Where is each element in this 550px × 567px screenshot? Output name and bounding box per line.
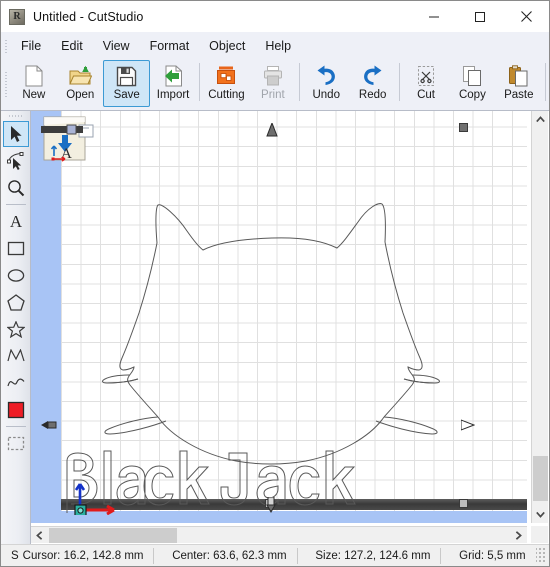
clipboard-paste-icon	[506, 64, 532, 88]
cut-button[interactable]: Cut	[403, 60, 449, 107]
menu-item-object[interactable]: Object	[200, 36, 254, 56]
close-button[interactable]	[503, 1, 549, 32]
copy-pages-icon	[459, 64, 485, 88]
menu-bar: File Edit View Format Object Help	[1, 32, 549, 60]
toolbar-separator	[299, 63, 301, 101]
menu-item-help[interactable]: Help	[256, 36, 300, 56]
vertical-scroll-thumb[interactable]	[533, 456, 548, 501]
select-arrow-tool[interactable]	[2, 121, 29, 147]
menu-item-file[interactable]: File	[12, 36, 50, 56]
import-button[interactable]: Import	[150, 60, 196, 107]
status-grid: Grid: 5,5 mm	[459, 549, 526, 562]
undo-button-label: Undo	[312, 89, 340, 101]
menu-item-view[interactable]: View	[94, 36, 139, 56]
scroll-down-button[interactable]	[532, 506, 549, 523]
origin-marker	[74, 483, 115, 515]
cut-button-label: Cut	[417, 89, 435, 101]
toolbar-separator	[545, 63, 546, 101]
roland-app-icon: R	[9, 8, 25, 25]
handle-arrow-top[interactable]	[266, 123, 278, 137]
design-canvas[interactable]: A	[31, 111, 527, 523]
palette-drag-grip[interactable]	[1, 111, 30, 120]
maximize-button[interactable]	[457, 1, 503, 32]
printer-icon	[260, 64, 286, 88]
menu-drag-grip[interactable]	[1, 32, 11, 60]
main-toolbar: New Open Save Import Cutting Print Undo …	[1, 60, 549, 111]
print-button-label: Print	[261, 89, 285, 101]
toolbar-drag-grip[interactable]	[1, 60, 11, 108]
handle-arrow-bottom[interactable]	[265, 497, 277, 513]
cutting-button-label: Cutting	[208, 89, 245, 101]
scrollbar-corner	[531, 526, 548, 543]
new-button-label: New	[22, 89, 46, 101]
open-folder-icon	[67, 64, 93, 88]
status-bar: S Cursor: 16.2, 142.8 mm Center: 63.6, 6…	[1, 544, 549, 566]
redo-arrow-icon	[360, 64, 386, 88]
node-edit-tool[interactable]	[3, 148, 29, 174]
polygon-tool[interactable]	[3, 289, 29, 315]
print-button[interactable]: Print	[250, 60, 296, 107]
curve-tool[interactable]	[3, 370, 29, 396]
cutstudio-window: R Untitled - CutStudio File Edit View Fo…	[0, 0, 550, 567]
svg-text:A: A	[9, 212, 22, 230]
scroll-up-button[interactable]	[532, 111, 549, 128]
paste-button[interactable]: Paste	[496, 60, 542, 107]
selection-handle-bottom-right[interactable]	[459, 499, 468, 508]
status-cursor-value: Cursor: 16.2, 142.8 mm	[22, 549, 144, 562]
media-setup-icon[interactable]: A	[41, 116, 95, 164]
rectangle-tool[interactable]	[3, 235, 29, 261]
selection-handle-top-right[interactable]	[459, 123, 468, 132]
redo-button-label: Redo	[358, 89, 387, 101]
undo-arrow-icon	[313, 64, 339, 88]
status-center: Center: 63.6, 62.3 mm	[172, 549, 287, 562]
import-button-label: Import	[156, 89, 190, 101]
zoom-magnifier-tool[interactable]	[3, 175, 29, 201]
ellipse-tool[interactable]	[3, 262, 29, 288]
horizontal-scrollbar[interactable]	[31, 526, 527, 543]
resize-grip[interactable]	[535, 547, 548, 564]
horizontal-scroll-thumb[interactable]	[49, 528, 177, 543]
cutting-plotter-icon	[213, 64, 239, 88]
new-document-icon	[21, 64, 47, 88]
menu-item-edit[interactable]: Edit	[52, 36, 92, 56]
status-size: Size: 127.2, 124.6 mm	[315, 549, 431, 562]
title-bar: R Untitled - CutStudio	[1, 1, 549, 32]
status-cursor: S Cursor: 16.2, 142.8 mm	[1, 545, 153, 566]
copy-button-label: Copy	[458, 89, 486, 101]
scroll-left-button[interactable]	[31, 527, 48, 544]
palette-separator	[5, 204, 26, 205]
floppy-disk-icon	[114, 64, 140, 88]
handle-arrow-right[interactable]	[461, 419, 475, 431]
undo-button[interactable]: Undo	[303, 60, 349, 107]
marquee-select-tool[interactable]	[3, 430, 29, 456]
black-jack-cat-outline[interactable]	[31, 111, 527, 523]
window-title: Untitled - CutStudio	[33, 9, 144, 24]
scroll-right-button[interactable]	[510, 527, 527, 544]
star-tool[interactable]	[3, 316, 29, 342]
open-button[interactable]: Open	[57, 60, 103, 107]
save-button[interactable]: Save	[103, 60, 150, 107]
menu-item-format[interactable]: Format	[141, 36, 199, 56]
scissors-cut-icon	[413, 64, 439, 88]
new-button[interactable]: New	[11, 60, 57, 107]
status-prefix: S	[11, 549, 19, 562]
copy-button[interactable]: Copy	[449, 60, 495, 107]
polyline-tool[interactable]	[3, 343, 29, 369]
minimize-button[interactable]	[411, 1, 457, 32]
save-button-label: Save	[113, 89, 140, 101]
fill-color-swatch[interactable]	[3, 397, 29, 423]
vertical-scrollbar[interactable]	[531, 111, 548, 523]
redo-button[interactable]: Redo	[349, 60, 395, 107]
cutting-button[interactable]: Cutting	[203, 60, 249, 107]
toolbar-separator	[398, 63, 400, 101]
import-arrow-icon	[160, 64, 186, 88]
text-tool[interactable]: A	[3, 208, 29, 234]
handle-arrow-left[interactable]	[41, 419, 57, 431]
paste-button-label: Paste	[504, 89, 534, 101]
toolbar-separator	[199, 63, 201, 101]
palette-separator	[5, 426, 26, 427]
tool-palette: A	[1, 111, 31, 545]
open-button-label: Open	[66, 89, 95, 101]
